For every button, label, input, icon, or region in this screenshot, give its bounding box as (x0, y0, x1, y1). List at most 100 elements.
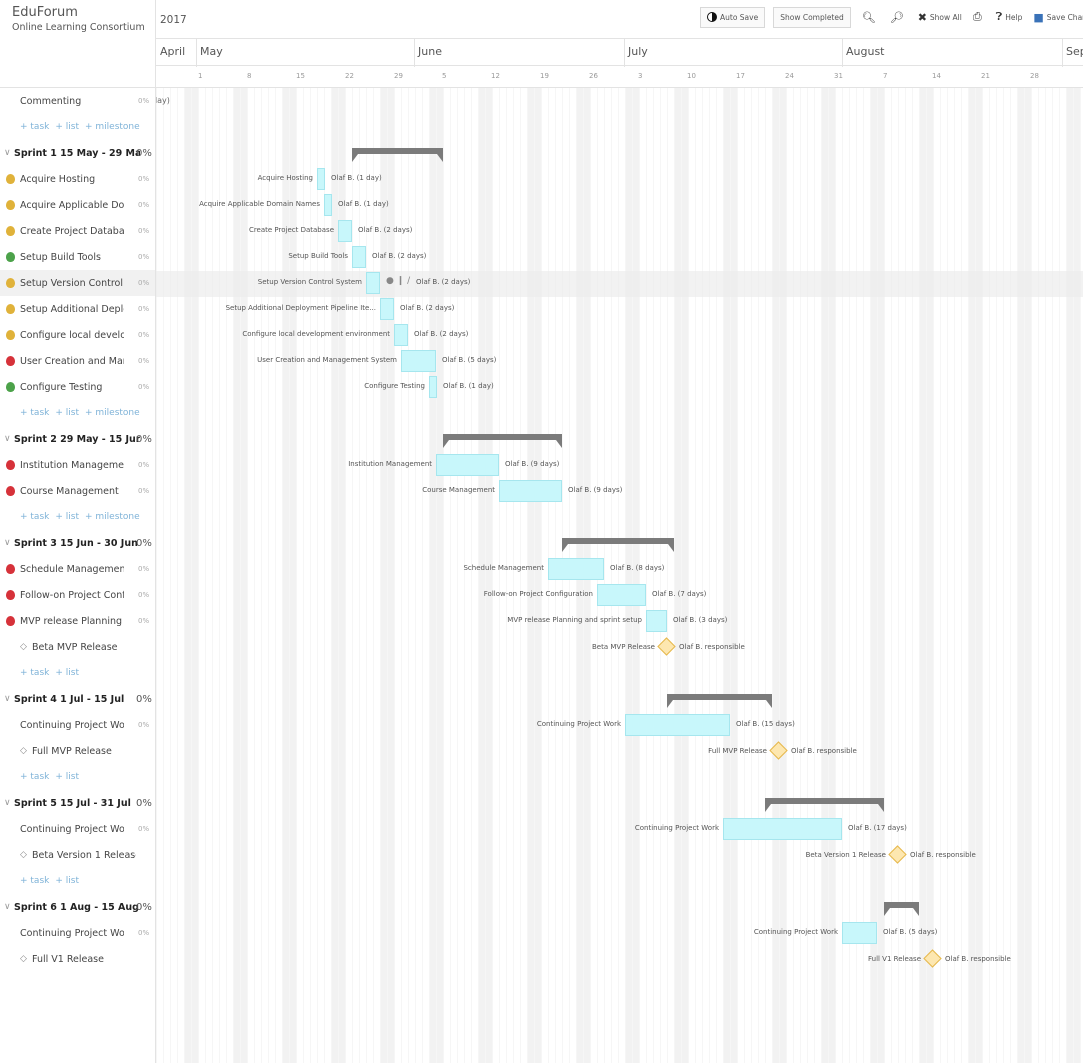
task-bar[interactable] (366, 272, 380, 294)
task-row[interactable]: Acquire Hosting 0% (0, 166, 155, 192)
task-row[interactable]: Continuing Project Work 0% (0, 816, 155, 842)
milestone-row[interactable]: ◇ Beta Version 1 Release (0, 842, 155, 868)
task-edit-icons[interactable]: ● ❙ ∕ (386, 276, 410, 286)
task-row[interactable]: Setup Additional Deployme... 0% (0, 296, 155, 322)
collapse-chevron-icon[interactable]: ∨ (4, 434, 11, 444)
task-bar[interactable] (380, 298, 394, 320)
sprint-header-row[interactable]: ∨ Sprint 2 29 May - 15 Jun 0% (0, 426, 155, 452)
status-dot-icon[interactable] (6, 174, 15, 184)
task-row[interactable]: MVP release Planning and s... 0% (0, 608, 155, 634)
sprint-header-row[interactable]: ∨ Sprint 5 15 Jul - 31 Jul 0% (0, 790, 155, 816)
day-line (226, 88, 227, 1063)
add-link[interactable]: + task (20, 772, 49, 782)
add-link[interactable]: + task (20, 408, 49, 418)
task-bar[interactable] (436, 454, 499, 476)
add-link[interactable]: + list (55, 668, 79, 678)
task-bar[interactable] (317, 168, 325, 190)
task-row[interactable]: Continuing Project Work 0% (0, 712, 155, 738)
collapse-chevron-icon[interactable]: ∨ (4, 798, 11, 808)
task-bar[interactable] (324, 194, 332, 216)
project-header: EduForum Online Learning Consortium (0, 0, 155, 88)
add-link[interactable]: + task (20, 668, 49, 678)
milestone-row[interactable]: ◇ Full V1 Release (0, 946, 155, 972)
task-bar[interactable] (548, 558, 604, 580)
add-link[interactable]: + list (55, 876, 79, 886)
status-dot-icon[interactable] (6, 252, 15, 262)
sprint-header-row[interactable]: ∨ Sprint 1 15 May - 29 May 0% (0, 140, 155, 166)
status-dot-icon[interactable] (6, 226, 15, 236)
sprint-header-row[interactable]: ∨ Sprint 3 15 Jun - 30 Jun 0% (0, 530, 155, 556)
add-link[interactable]: + milestone (85, 512, 140, 522)
milestone-row[interactable]: ◇ Beta MVP Release (0, 634, 155, 660)
milestone-row[interactable]: ◇ Full MVP Release (0, 738, 155, 764)
task-row[interactable]: Follow-on Project Configur... 0% (0, 582, 155, 608)
task-bar[interactable] (625, 714, 730, 736)
add-link[interactable]: + list (55, 512, 79, 522)
task-row[interactable]: Setup Build Tools 0% (0, 244, 155, 270)
task-bar[interactable] (723, 818, 842, 840)
task-row[interactable]: Course Management 0% (0, 478, 155, 504)
add-link[interactable]: + list (55, 772, 79, 782)
task-row[interactable]: User Creation and Manage... 0% (0, 348, 155, 374)
sprint-header-row[interactable]: ∨ Sprint 6 1 Aug - 15 Aug 0% (0, 894, 155, 920)
task-bar[interactable] (429, 376, 437, 398)
collapse-chevron-icon[interactable]: ∨ (4, 538, 11, 548)
task-row[interactable]: Institution Management 0% (0, 452, 155, 478)
print-button[interactable]: ⎙ (970, 7, 988, 28)
task-bar[interactable] (352, 246, 366, 268)
task-bar[interactable] (842, 922, 877, 944)
show-completed-button[interactable]: Show Completed (773, 6, 851, 28)
add-link[interactable]: + list (55, 408, 79, 418)
sprint-header-row[interactable]: ∨ Sprint 4 1 Jul - 15 Jul 0% (0, 686, 155, 712)
sprint-summary-bar[interactable] (667, 694, 772, 708)
sprint-summary-bar[interactable] (443, 434, 562, 448)
task-bar-label: Setup Version Control System (257, 278, 362, 286)
save-changes-button[interactable]: ■ Save Changes (1030, 7, 1083, 28)
zoom-in-button[interactable]: 🔍︎ (859, 7, 882, 28)
task-bar[interactable] (499, 480, 562, 502)
show-all-button[interactable]: ✖ Show All (915, 7, 965, 28)
add-link[interactable]: + task (20, 512, 49, 522)
status-dot-icon[interactable] (6, 330, 15, 340)
task-row[interactable]: Commenting 0% (0, 88, 155, 114)
task-row[interactable]: Create Project Database 0% (0, 218, 155, 244)
status-dot-icon[interactable] (6, 616, 15, 626)
add-link[interactable]: + milestone (85, 408, 140, 418)
status-dot-icon[interactable] (6, 278, 15, 288)
collapse-chevron-icon[interactable]: ∨ (4, 902, 11, 912)
add-link[interactable]: + task (20, 122, 49, 132)
task-row[interactable]: Configure Testing 0% (0, 374, 155, 400)
task-row[interactable]: Schedule Management 0% (0, 556, 155, 582)
task-bar[interactable] (394, 324, 408, 346)
project-title[interactable]: EduForum (12, 5, 155, 21)
sprint-summary-bar[interactable] (562, 538, 674, 552)
auto-save-toggle[interactable]: Auto Save (700, 6, 766, 28)
status-dot-icon[interactable] (6, 486, 15, 496)
sprint-summary-bar[interactable] (352, 148, 443, 162)
collapse-chevron-icon[interactable]: ∨ (4, 694, 11, 704)
add-link[interactable]: + task (20, 876, 49, 886)
task-bar[interactable] (338, 220, 352, 242)
status-dot-icon[interactable] (6, 200, 15, 210)
add-link[interactable]: + milestone (85, 122, 140, 132)
add-link[interactable]: + list (55, 122, 79, 132)
status-dot-icon[interactable] (6, 460, 15, 470)
day-line (821, 88, 822, 1063)
status-dot-icon[interactable] (6, 564, 15, 574)
collapse-chevron-icon[interactable]: ∨ (4, 148, 11, 158)
sprint-summary-bar[interactable] (884, 902, 919, 916)
sprint-summary-bar[interactable] (765, 798, 884, 812)
status-dot-icon[interactable] (6, 382, 15, 392)
status-dot-icon[interactable] (6, 590, 15, 600)
status-dot-icon[interactable] (6, 304, 15, 314)
zoom-out-button[interactable]: 🔎︎ (887, 7, 910, 28)
task-bar[interactable] (597, 584, 646, 606)
status-dot-icon[interactable] (6, 356, 15, 366)
help-button[interactable]: ❓︎ Help (993, 7, 1026, 28)
task-bar[interactable] (646, 610, 667, 632)
task-row[interactable]: Acquire Applicable Domain... 0% (0, 192, 155, 218)
task-row[interactable]: Configure local developme... 0% (0, 322, 155, 348)
task-row[interactable]: Continuing Project Work 0% (0, 920, 155, 946)
task-bar[interactable] (401, 350, 436, 372)
task-row[interactable]: Setup Version Control Syst... 0% (0, 270, 155, 296)
